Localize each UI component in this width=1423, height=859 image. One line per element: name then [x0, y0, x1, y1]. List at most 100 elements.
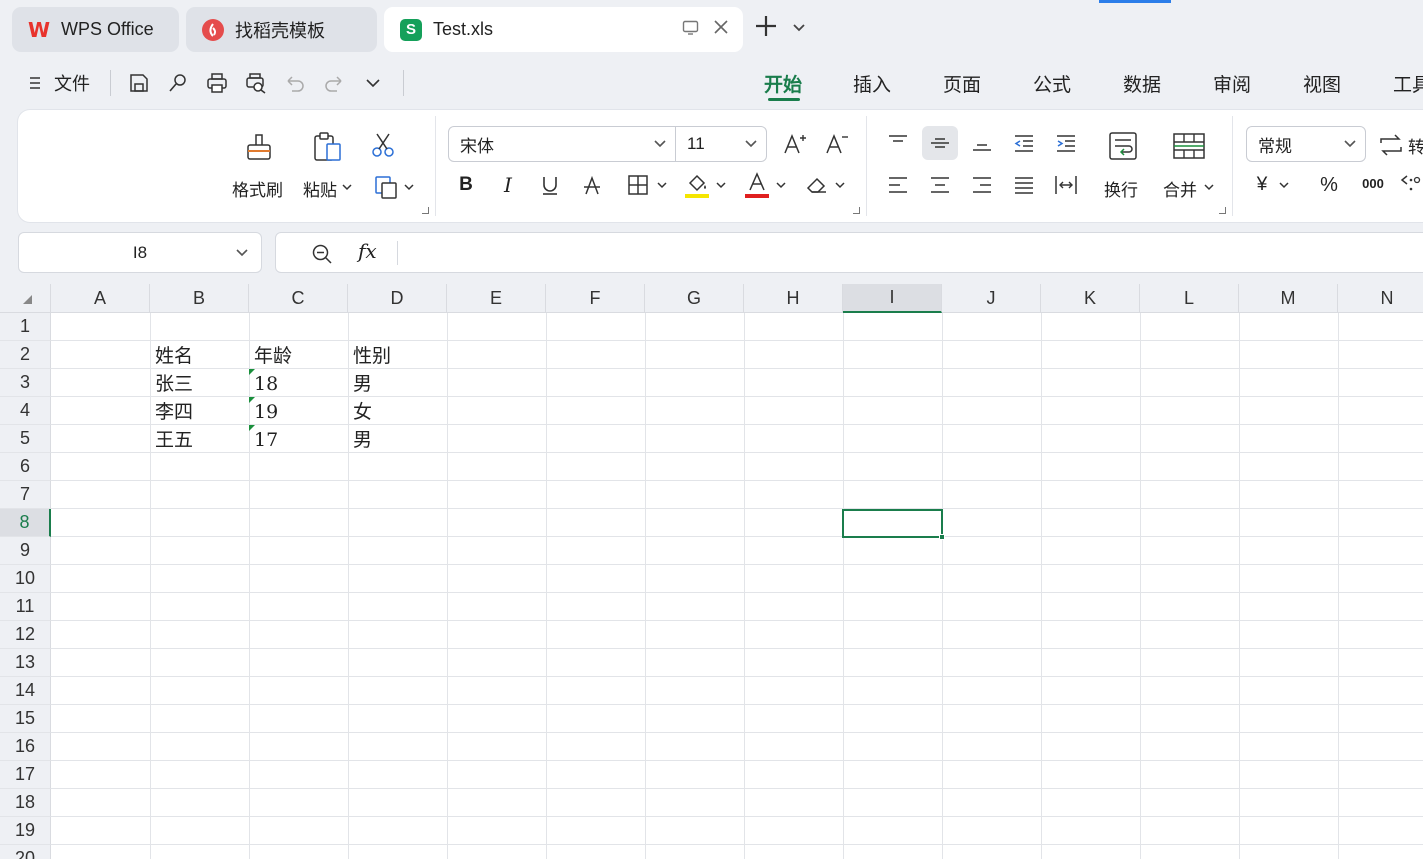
row-header-12[interactable]: 12: [0, 621, 51, 649]
currency-format-button[interactable]: ¥: [1250, 172, 1296, 198]
column-header-m[interactable]: M: [1239, 284, 1338, 313]
zoom-out-icon[interactable]: [311, 243, 333, 265]
justify-button[interactable]: [1008, 170, 1040, 200]
print-button[interactable]: [206, 72, 228, 94]
save-button[interactable]: [128, 72, 150, 94]
row-header-9[interactable]: 9: [0, 537, 51, 565]
cell-d5[interactable]: 男: [348, 425, 447, 453]
column-header-a[interactable]: A: [51, 284, 150, 313]
column-header-e[interactable]: E: [447, 284, 546, 313]
cut-button[interactable]: [368, 130, 398, 160]
cell-d2[interactable]: 性别: [348, 341, 447, 369]
clear-format-button[interactable]: [802, 170, 848, 200]
tab-wps-office[interactable]: W WPS Office: [12, 7, 179, 52]
increase-font-size-button[interactable]: [782, 130, 808, 158]
tab-template-store[interactable]: 找稻壳模板: [186, 7, 377, 52]
align-bottom-button[interactable]: [966, 126, 998, 160]
borders-button[interactable]: [622, 172, 672, 198]
align-right-button[interactable]: [966, 170, 998, 200]
decimal-places-button[interactable]: [1398, 170, 1423, 196]
cell-b3[interactable]: 张三: [150, 369, 249, 397]
font-group-launcher[interactable]: [853, 207, 860, 214]
row-header-2[interactable]: 2: [0, 341, 51, 369]
row-header-17[interactable]: 17: [0, 761, 51, 789]
row-header-19[interactable]: 19: [0, 817, 51, 845]
tab-test-xls[interactable]: S Test.xls: [384, 7, 743, 52]
spreadsheet-grid[interactable]: A B C D E F G H I J K L M N 1 2 3 4 5 6 …: [0, 284, 1423, 859]
decrease-font-size-button[interactable]: [824, 130, 850, 158]
font-color-button[interactable]: [742, 170, 788, 200]
row-header-14[interactable]: 14: [0, 677, 51, 705]
row-header-8[interactable]: 8: [0, 509, 51, 537]
percent-format-button[interactable]: %: [1316, 172, 1342, 198]
copy-button[interactable]: [371, 172, 401, 202]
decrease-indent-button[interactable]: [1008, 126, 1040, 160]
close-tab-icon[interactable]: [713, 19, 729, 35]
row-header-3[interactable]: 3: [0, 369, 51, 397]
row-header-10[interactable]: 10: [0, 565, 51, 593]
cell-c4[interactable]: 19: [249, 397, 348, 425]
tab-review[interactable]: 审阅: [1213, 70, 1251, 97]
underline-button[interactable]: [538, 172, 562, 198]
number-format-select[interactable]: 常规: [1246, 126, 1366, 162]
strikethrough-button[interactable]: [580, 172, 604, 198]
align-top-button[interactable]: [882, 126, 914, 160]
print-preview-button[interactable]: [245, 72, 267, 94]
row-header-20[interactable]: 20: [0, 845, 51, 859]
tab-view[interactable]: 视图: [1303, 70, 1341, 97]
format-painter-quick-button[interactable]: [167, 72, 189, 94]
format-painter-button[interactable]: [242, 130, 276, 164]
row-header-15[interactable]: 15: [0, 705, 51, 733]
font-size-select[interactable]: 11: [675, 126, 767, 162]
column-header-f[interactable]: F: [546, 284, 645, 313]
select-all-button[interactable]: [0, 284, 51, 313]
merge-cells-button[interactable]: [1170, 128, 1208, 164]
bold-button[interactable]: B: [454, 172, 478, 198]
paste-label[interactable]: 粘贴: [303, 176, 337, 201]
cell-b5[interactable]: 王五: [150, 425, 249, 453]
file-menu-button[interactable]: 文件: [28, 70, 90, 96]
tab-tools[interactable]: 工具: [1393, 70, 1423, 97]
more-quick-actions-button[interactable]: [362, 72, 384, 94]
row-header-1[interactable]: 1: [0, 313, 51, 341]
cell-b4[interactable]: 李四: [150, 397, 249, 425]
align-middle-button[interactable]: [922, 126, 958, 160]
cell-c2[interactable]: 年龄: [249, 341, 348, 369]
chevron-down-icon[interactable]: [404, 183, 414, 191]
column-header-k[interactable]: K: [1041, 284, 1140, 313]
chevron-down-icon[interactable]: [1204, 183, 1214, 191]
increase-indent-button[interactable]: [1050, 126, 1082, 160]
cell-d3[interactable]: 男: [348, 369, 447, 397]
column-header-j[interactable]: J: [942, 284, 1041, 313]
clipboard-group-launcher[interactable]: [422, 207, 429, 214]
chevron-down-icon[interactable]: [342, 183, 352, 191]
name-box[interactable]: I8: [18, 232, 262, 273]
column-header-i[interactable]: I: [843, 284, 942, 313]
wrap-text-label[interactable]: 换行: [1104, 176, 1138, 201]
column-header-c[interactable]: C: [249, 284, 348, 313]
cell-b2[interactable]: 姓名: [150, 341, 249, 369]
tab-formula[interactable]: 公式: [1033, 70, 1071, 97]
font-name-select[interactable]: 宋体: [448, 126, 676, 162]
distributed-align-button[interactable]: [1050, 170, 1082, 200]
cell-d4[interactable]: 女: [348, 397, 447, 425]
new-tab-dropdown[interactable]: [792, 20, 806, 38]
column-header-g[interactable]: G: [645, 284, 744, 313]
row-header-16[interactable]: 16: [0, 733, 51, 761]
formula-input[interactable]: [406, 233, 1406, 273]
italic-button[interactable]: I: [496, 172, 520, 198]
convert-button[interactable]: 转: [1378, 130, 1423, 160]
align-left-button[interactable]: [882, 170, 914, 200]
column-header-h[interactable]: H: [744, 284, 843, 313]
cell-c3[interactable]: 18: [249, 369, 348, 397]
tab-page[interactable]: 页面: [943, 70, 981, 97]
column-header-n[interactable]: N: [1338, 284, 1423, 313]
tab-insert[interactable]: 插入: [853, 70, 891, 97]
redo-button[interactable]: [323, 72, 345, 94]
fill-handle[interactable]: [939, 534, 945, 540]
row-header-11[interactable]: 11: [0, 593, 51, 621]
row-header-4[interactable]: 4: [0, 397, 51, 425]
undo-button[interactable]: [284, 72, 306, 94]
row-header-18[interactable]: 18: [0, 789, 51, 817]
wrap-text-button[interactable]: [1104, 128, 1142, 164]
